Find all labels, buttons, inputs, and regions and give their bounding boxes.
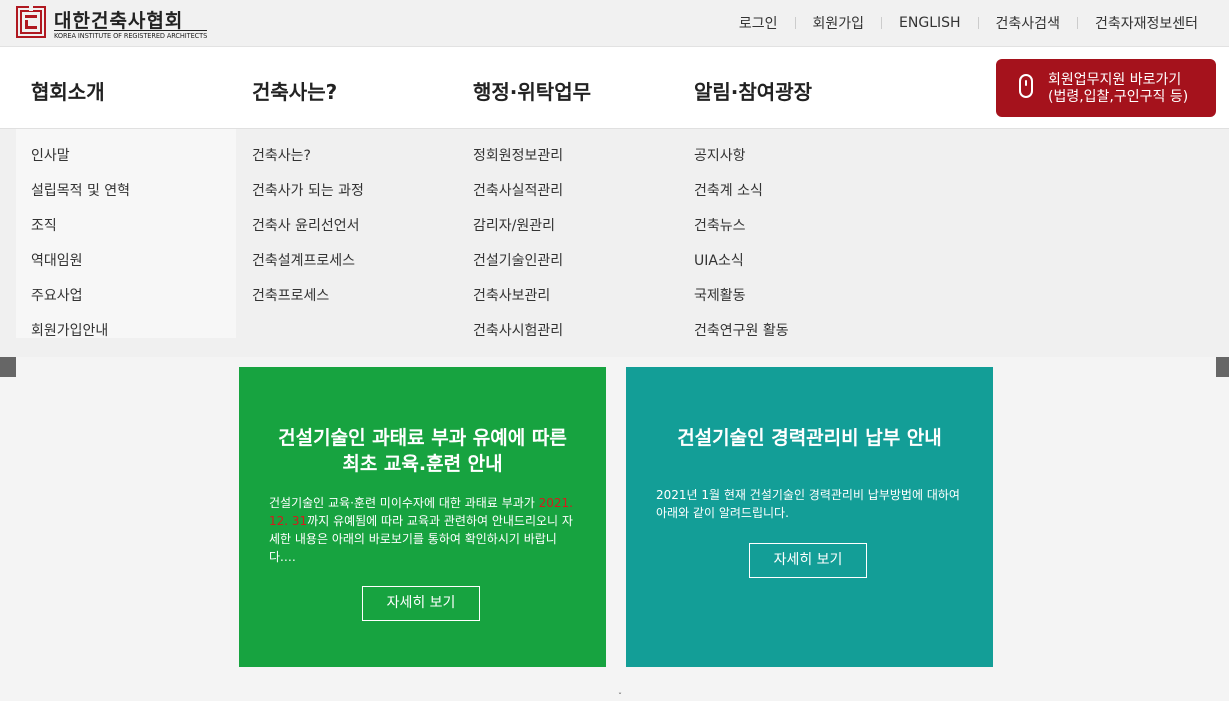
dropdown-link[interactable]: 건축사가 되는 과정: [252, 180, 364, 215]
card-title: 건설기술인 과태료 부과 유예에 따른 최초 교육.훈련 안내: [278, 427, 567, 475]
dropdown-link[interactable]: 회원가입안내: [31, 320, 130, 355]
dropdown-link[interactable]: 주요사업: [31, 285, 130, 320]
material-info-center-link[interactable]: 건축자재정보센터: [1095, 13, 1198, 33]
dropdown-link[interactable]: 정회원정보관리: [473, 145, 563, 180]
background-image-edge: [1216, 357, 1229, 377]
card-description: 건설기술인 교육·훈련 미이수자에 대한 과태료 부과가 2021. 12. 3…: [269, 496, 573, 564]
dropdown-link[interactable]: 공지사항: [694, 145, 789, 180]
dropdown-link[interactable]: 건축사시험관리: [473, 320, 563, 355]
dropdown-link[interactable]: 조직: [31, 215, 130, 250]
member-button-line1: 회원업무지원 바로가기: [1048, 72, 1182, 88]
nav-about[interactable]: 협회소개: [31, 76, 105, 105]
view-details-button[interactable]: 자세히 보기: [362, 586, 480, 621]
dropdown-column-administration: 정회원정보관리 건축사실적관리 감리자/원관리 건설기술인관리 건축사보관리 건…: [473, 145, 563, 355]
top-utility-bar: 대한건축사협회 KOREA INSTITUTE OF REGISTERED AR…: [0, 0, 1229, 47]
mega-dropdown-menu: 인사말 설립목적 및 연혁 조직 역대임원 주요사업 회원가입안내 건축사는? …: [0, 129, 1229, 357]
dropdown-link[interactable]: 건축뉴스: [694, 215, 789, 250]
dropdown-link[interactable]: 건설기술인관리: [473, 250, 563, 285]
dropdown-link[interactable]: 국제활동: [694, 285, 789, 320]
logo-mark-icon: [16, 6, 46, 38]
dropdown-link[interactable]: 건축프로세스: [252, 285, 364, 320]
dropdown-column-architect: 건축사는? 건축사가 되는 과정 건축사 윤리선언서 건축설계프로세스 건축프로…: [252, 145, 364, 320]
main-navigation: 협회소개 건축사는? 행정·위탁업무 알림·참여광장 회원업무지원 바로가기 (…: [0, 47, 1229, 129]
utility-links: 로그인 회원가입 ENGLISH 건축사검색 건축자재정보센터: [739, 13, 1198, 33]
divider: [881, 17, 883, 29]
nav-architect[interactable]: 건축사는?: [252, 76, 337, 105]
card-title: 건설기술인 경력관리비 납부 안내: [677, 427, 942, 449]
divider: [794, 17, 796, 29]
member-support-button[interactable]: 회원업무지원 바로가기 (법령,입찰,구인구직 등): [996, 59, 1216, 117]
dropdown-link[interactable]: 건축사보관리: [473, 285, 563, 320]
dropdown-link[interactable]: 건축사는?: [252, 145, 364, 180]
logo-subtitle: KOREA INSTITUTE OF REGISTERED ARCHITECTS: [54, 30, 208, 40]
divider: [1076, 17, 1078, 29]
dropdown-column-notice: 공지사항 건축계 소식 건축뉴스 UIA소식 국제활동 건축연구원 활동: [694, 145, 789, 355]
site-logo[interactable]: 대한건축사협회 KOREA INSTITUTE OF REGISTERED AR…: [16, 6, 208, 40]
member-button-line2: (법령,입찰,구인구직 등): [1048, 89, 1189, 105]
background-image-edge: [0, 357, 16, 377]
card-description: 2021년 1월 현재 건설기술인 경력관리비 납부방법에 대하여 아래와 같이…: [656, 488, 960, 520]
dropdown-link[interactable]: 건축사 윤리선언서: [252, 215, 364, 250]
dropdown-link[interactable]: 설립목적 및 연혁: [31, 180, 130, 215]
view-details-button[interactable]: 자세히 보기: [749, 543, 867, 578]
notice-card-career-fee: 건설기술인 경력관리비 납부 안내 2021년 1월 현재 건설기술인 경력관리…: [626, 367, 993, 667]
dropdown-link[interactable]: 건축연구원 활동: [694, 320, 789, 355]
dropdown-link[interactable]: 건축계 소식: [694, 180, 789, 215]
dropdown-link[interactable]: 인사말: [31, 145, 130, 180]
nav-administration[interactable]: 행정·위탁업무: [473, 76, 591, 105]
login-link[interactable]: 로그인: [739, 13, 778, 33]
logo-text: 대한건축사협회: [54, 10, 184, 32]
dropdown-link[interactable]: 역대임원: [31, 250, 130, 285]
mouse-icon: [1019, 74, 1033, 98]
nav-notice[interactable]: 알림·참여광장: [694, 76, 812, 105]
notice-card-education: 건설기술인 과태료 부과 유예에 따른 최초 교육.훈련 안내 건설기술인 교육…: [239, 367, 606, 667]
signup-link[interactable]: 회원가입: [813, 13, 865, 33]
dropdown-column-about: 인사말 설립목적 및 연혁 조직 역대임원 주요사업 회원가입안내: [31, 145, 130, 355]
architect-search-link[interactable]: 건축사검색: [996, 13, 1060, 33]
divider: [977, 17, 979, 29]
dropdown-link[interactable]: 건축설계프로세스: [252, 250, 364, 285]
english-link[interactable]: ENGLISH: [899, 15, 961, 31]
dropdown-link[interactable]: 건축사실적관리: [473, 180, 563, 215]
dropdown-link[interactable]: UIA소식: [694, 250, 789, 285]
dropdown-link[interactable]: 감리자/원관리: [473, 215, 563, 250]
